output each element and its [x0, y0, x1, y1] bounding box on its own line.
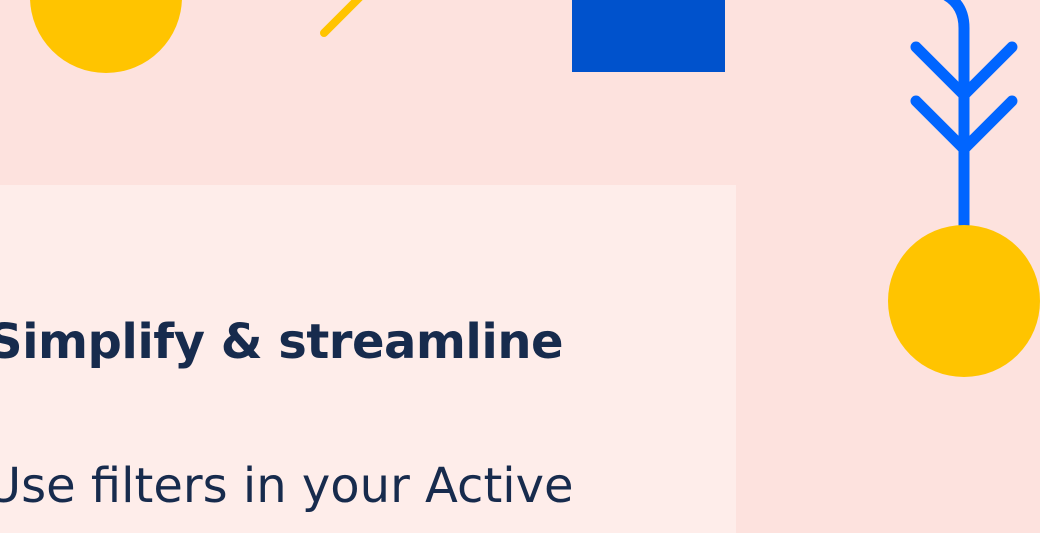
page-title: Simplify & streamline	[0, 314, 564, 370]
yellow-circle-right	[888, 225, 1040, 377]
yellow-line	[320, 0, 363, 37]
yellow-circle-top-left	[30, 0, 182, 73]
body-text: Use filters in your Active	[0, 458, 574, 514]
blue-arrow-icon	[910, 0, 1018, 236]
blue-square	[572, 0, 725, 72]
